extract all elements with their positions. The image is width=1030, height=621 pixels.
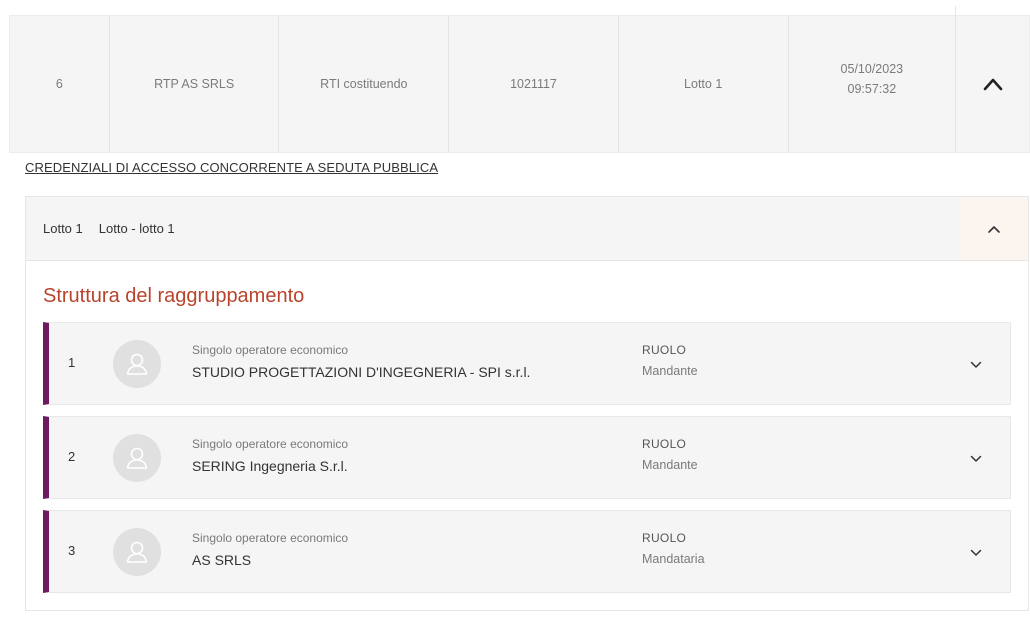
summary-time: 09:57:32 — [847, 82, 897, 96]
chevron-down-icon — [970, 361, 982, 368]
member-type: Singolo operatore economico — [192, 437, 349, 451]
user-icon — [126, 541, 148, 563]
member-role: Mandante — [642, 364, 698, 378]
member-role-label: RUOLO — [642, 343, 687, 357]
avatar — [113, 528, 161, 576]
member-role: Mandante — [642, 458, 698, 472]
member-expand-button[interactable] — [964, 450, 988, 468]
lot-panel: Lotto 1 Lotto - lotto 1 Struttura del ra… — [25, 196, 1029, 611]
credentials-link[interactable]: CREDENZIALI DI ACCESSO CONCORRENTE A SED… — [25, 160, 438, 175]
section-title: Struttura del raggruppamento — [43, 285, 305, 307]
avatar — [113, 340, 161, 388]
lot-number: Lotto 1 — [43, 221, 83, 236]
lot-description: Lotto - lotto 1 — [98, 221, 175, 236]
member-role-label: RUOLO — [642, 531, 687, 545]
member-expand-button[interactable] — [964, 356, 988, 374]
member-expand-button[interactable] — [964, 544, 988, 562]
member-name: STUDIO PROGETTAZIONI D'INGEGNERIA - SPI … — [192, 364, 531, 380]
member-index: 3 — [68, 543, 76, 558]
member-index: 2 — [68, 449, 76, 464]
member-index: 1 — [68, 355, 76, 370]
chevron-down-icon — [970, 549, 982, 556]
member-name: AS SRLS — [192, 552, 252, 568]
user-icon — [126, 447, 148, 469]
member-type: Singolo operatore economico — [192, 343, 349, 357]
chevron-up-icon — [988, 225, 1000, 233]
summary-index: 6 — [10, 16, 110, 152]
summary-participant-type: RTI costituendo — [279, 16, 450, 152]
member-role: Mandataria — [642, 552, 705, 566]
summary-collapse-button[interactable] — [956, 16, 1029, 152]
page: 6 RTP AS SRLS RTI costituendo 1021117 Lo… — [0, 0, 1030, 621]
summary-participant-name: RTP AS SRLS — [110, 16, 280, 152]
member-card[interactable]: 1 Singolo operatore economico STUDIO PRO… — [43, 322, 1011, 405]
member-type: Singolo operatore economico — [192, 531, 349, 545]
lot-collapse-button[interactable] — [960, 197, 1028, 260]
avatar — [113, 434, 161, 482]
lot-header[interactable]: Lotto 1 Lotto - lotto 1 — [26, 197, 1028, 261]
user-icon — [126, 353, 148, 375]
member-card[interactable]: 2 Singolo operatore economico SERING Ing… — [43, 416, 1011, 499]
summary-code: 1021117 — [449, 16, 619, 152]
member-card[interactable]: 3 Singolo operatore economico AS SRLS RU… — [43, 510, 1011, 593]
summary-date: 05/10/2023 — [840, 62, 904, 76]
summary-lot: Lotto 1 — [619, 16, 789, 152]
summary-datetime: 05/10/2023 09:57:32 — [789, 6, 957, 152]
member-name: SERING Ingegneria S.r.l. — [192, 458, 348, 474]
member-role-label: RUOLO — [642, 437, 687, 451]
chevron-up-icon — [983, 78, 1002, 91]
chevron-down-icon — [970, 455, 982, 462]
participant-summary-row[interactable]: 6 RTP AS SRLS RTI costituendo 1021117 Lo… — [9, 6, 1030, 153]
